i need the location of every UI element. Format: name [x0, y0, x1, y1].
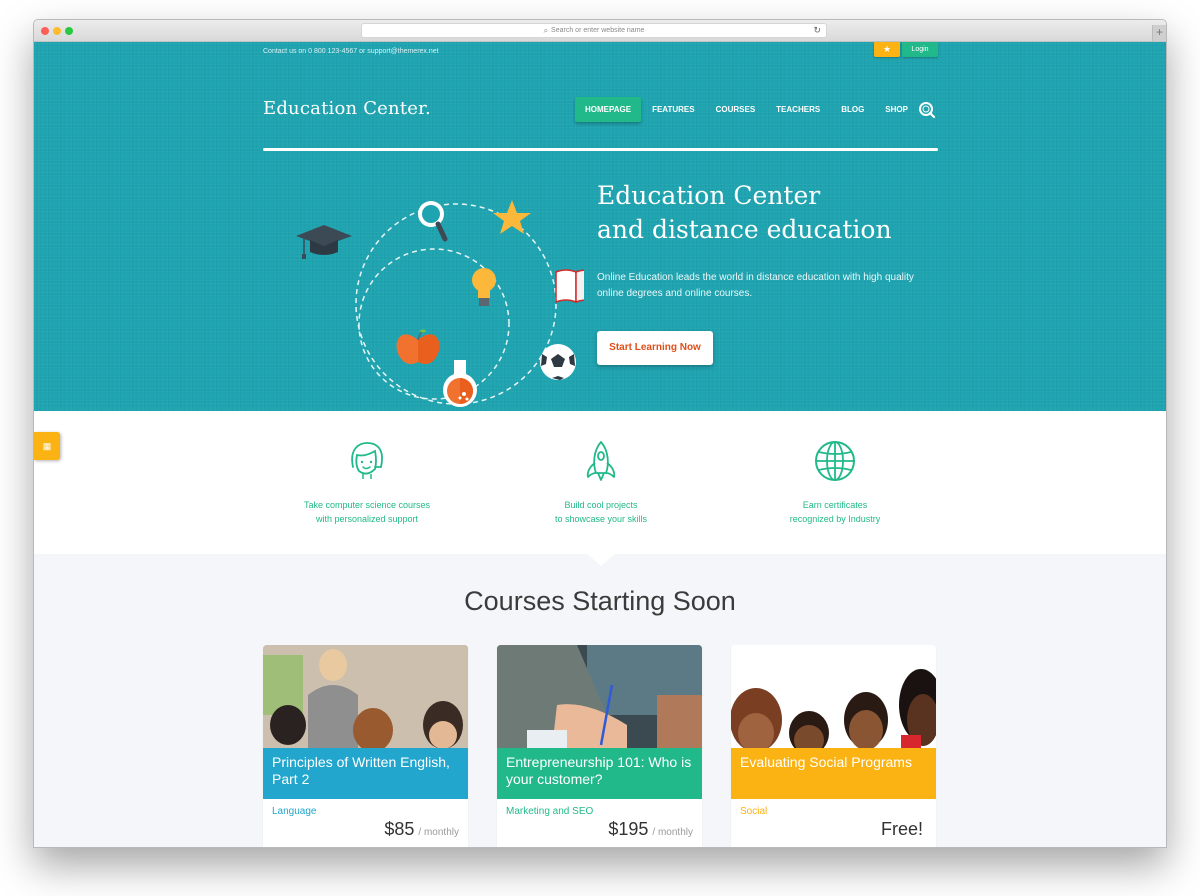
search-icon[interactable] [918, 101, 936, 119]
grid-icon: ▦ [42, 441, 52, 451]
feature-text: Earn certificates recognized by Industry [735, 498, 935, 526]
feature-item: Build cool projects to showcase your ski… [501, 439, 701, 526]
price-amount: $85 [384, 819, 415, 839]
course-card[interactable]: Principles of Written English, Part 2 La… [263, 645, 468, 847]
price-period: / monthly [652, 827, 693, 838]
course-title-band: Entrepreneurship 101: Who is your custom… [497, 748, 702, 799]
login-button[interactable]: Login [902, 42, 938, 57]
hero-section: Contact us on 0 800 123-4567 or support@… [34, 42, 1166, 411]
browser-titlebar: ⌕ Search or enter website name ↻ + [34, 20, 1166, 42]
price-amount: $195 [608, 819, 649, 839]
soccer-ball-icon [540, 344, 576, 380]
course-title[interactable]: Principles of Written English, Part 2 [272, 754, 450, 787]
browser-window: ⌕ Search or enter website name ↻ + Conta… [33, 19, 1167, 848]
girl-face-icon [351, 442, 383, 479]
course-title[interactable]: Evaluating Social Programs [740, 754, 912, 770]
nav-item-blog[interactable]: BLOG [831, 97, 874, 122]
flask-icon [443, 360, 477, 407]
feature-text-line1: Earn certificates [802, 500, 868, 510]
hero-description: Online Education leads the world in dist… [597, 272, 914, 299]
feature-item: Earn certificates recognized by Industry [735, 439, 935, 526]
apple-icon [396, 329, 440, 364]
feature-text: Take computer science courses with perso… [267, 498, 467, 526]
book-icon [555, 269, 584, 304]
hero-title-line1: Education Center [597, 181, 821, 210]
section-pointer [587, 554, 615, 566]
site-logo[interactable]: Education Center. [263, 98, 431, 119]
nav-item-shop[interactable]: SHOP [875, 97, 918, 122]
course-photo [731, 645, 936, 748]
course-category[interactable]: Social [740, 806, 767, 817]
nav-item-homepage[interactable]: HOMEPAGE [575, 97, 642, 122]
course-price: $85/ monthly [384, 819, 459, 840]
contact-info: Contact us on 0 800 123-4567 or support@… [263, 48, 439, 55]
hero-title-line2: and distance education [597, 215, 892, 244]
price-period: / monthly [418, 827, 459, 838]
star-icon [493, 200, 531, 234]
course-category[interactable]: Marketing and SEO [506, 806, 593, 817]
features-section: Take computer science courses with perso… [34, 411, 1166, 554]
courses-heading: Courses Starting Soon [464, 586, 736, 616]
feature-text: Build cool projects to showcase your ski… [501, 498, 701, 526]
start-learning-button[interactable]: Start Learning Now [597, 331, 713, 365]
price-amount: Free! [880, 819, 923, 839]
course-price: $195/ monthly [608, 819, 693, 840]
course-card[interactable]: Entrepreneurship 101: Who is your custom… [497, 645, 702, 847]
nav-item-features[interactable]: FEATURES [642, 97, 705, 122]
address-bar[interactable]: ⌕ Search or enter website name ↻ [361, 23, 827, 38]
header-divider [263, 148, 938, 151]
course-photo-image [731, 645, 936, 748]
star-icon: ★ [882, 44, 892, 54]
course-title-band: Evaluating Social Programs [731, 748, 936, 799]
search-icon: ⌕ [543, 25, 549, 35]
maximize-window-button[interactable] [65, 27, 73, 35]
course-photo-image [497, 645, 702, 748]
feature-text-line2: to showcase your skills [554, 514, 648, 524]
side-panel-toggle[interactable]: ▦ [34, 432, 60, 460]
favorite-button[interactable]: ★ [874, 42, 900, 57]
reload-icon[interactable]: ↻ [813, 25, 821, 36]
nav-item-courses[interactable]: COURSES [706, 97, 766, 122]
course-card[interactable]: Evaluating Social Programs Social Free! [731, 645, 936, 847]
feature-text-line2: recognized by Industry [789, 514, 881, 524]
feature-text-line1: Take computer science courses [303, 500, 431, 510]
new-tab-button[interactable]: + [1152, 25, 1166, 41]
course-photo [263, 645, 468, 748]
minimize-window-button[interactable] [53, 27, 61, 35]
hero-title: Education Center and distance education [597, 179, 892, 247]
course-title-band: Principles of Written English, Part 2 [263, 748, 468, 799]
hero-illustration [296, 200, 584, 407]
main-nav: HOMEPAGE FEATURES COURSES TEACHERS BLOG … [575, 97, 919, 122]
feature-text-line2: with personalized support [315, 514, 419, 524]
course-photo-image [263, 645, 468, 748]
nav-item-teachers[interactable]: TEACHERS [766, 97, 830, 122]
light-bulb-icon [472, 268, 496, 306]
course-photo [497, 645, 702, 748]
close-window-button[interactable] [41, 27, 49, 35]
course-price: Free! [881, 819, 927, 840]
course-category[interactable]: Language [272, 806, 317, 817]
graduation-cap-icon [296, 225, 352, 259]
feature-text-line1: Build cool projects [564, 500, 638, 510]
feature-item: Take computer science courses with perso… [267, 439, 467, 526]
address-bar-placeholder: Search or enter website name [551, 27, 645, 34]
course-title[interactable]: Entrepreneurship 101: Who is your custom… [506, 754, 691, 787]
magnifier-icon [418, 201, 448, 242]
rocket-icon [586, 441, 616, 481]
globe-icon [815, 441, 855, 481]
